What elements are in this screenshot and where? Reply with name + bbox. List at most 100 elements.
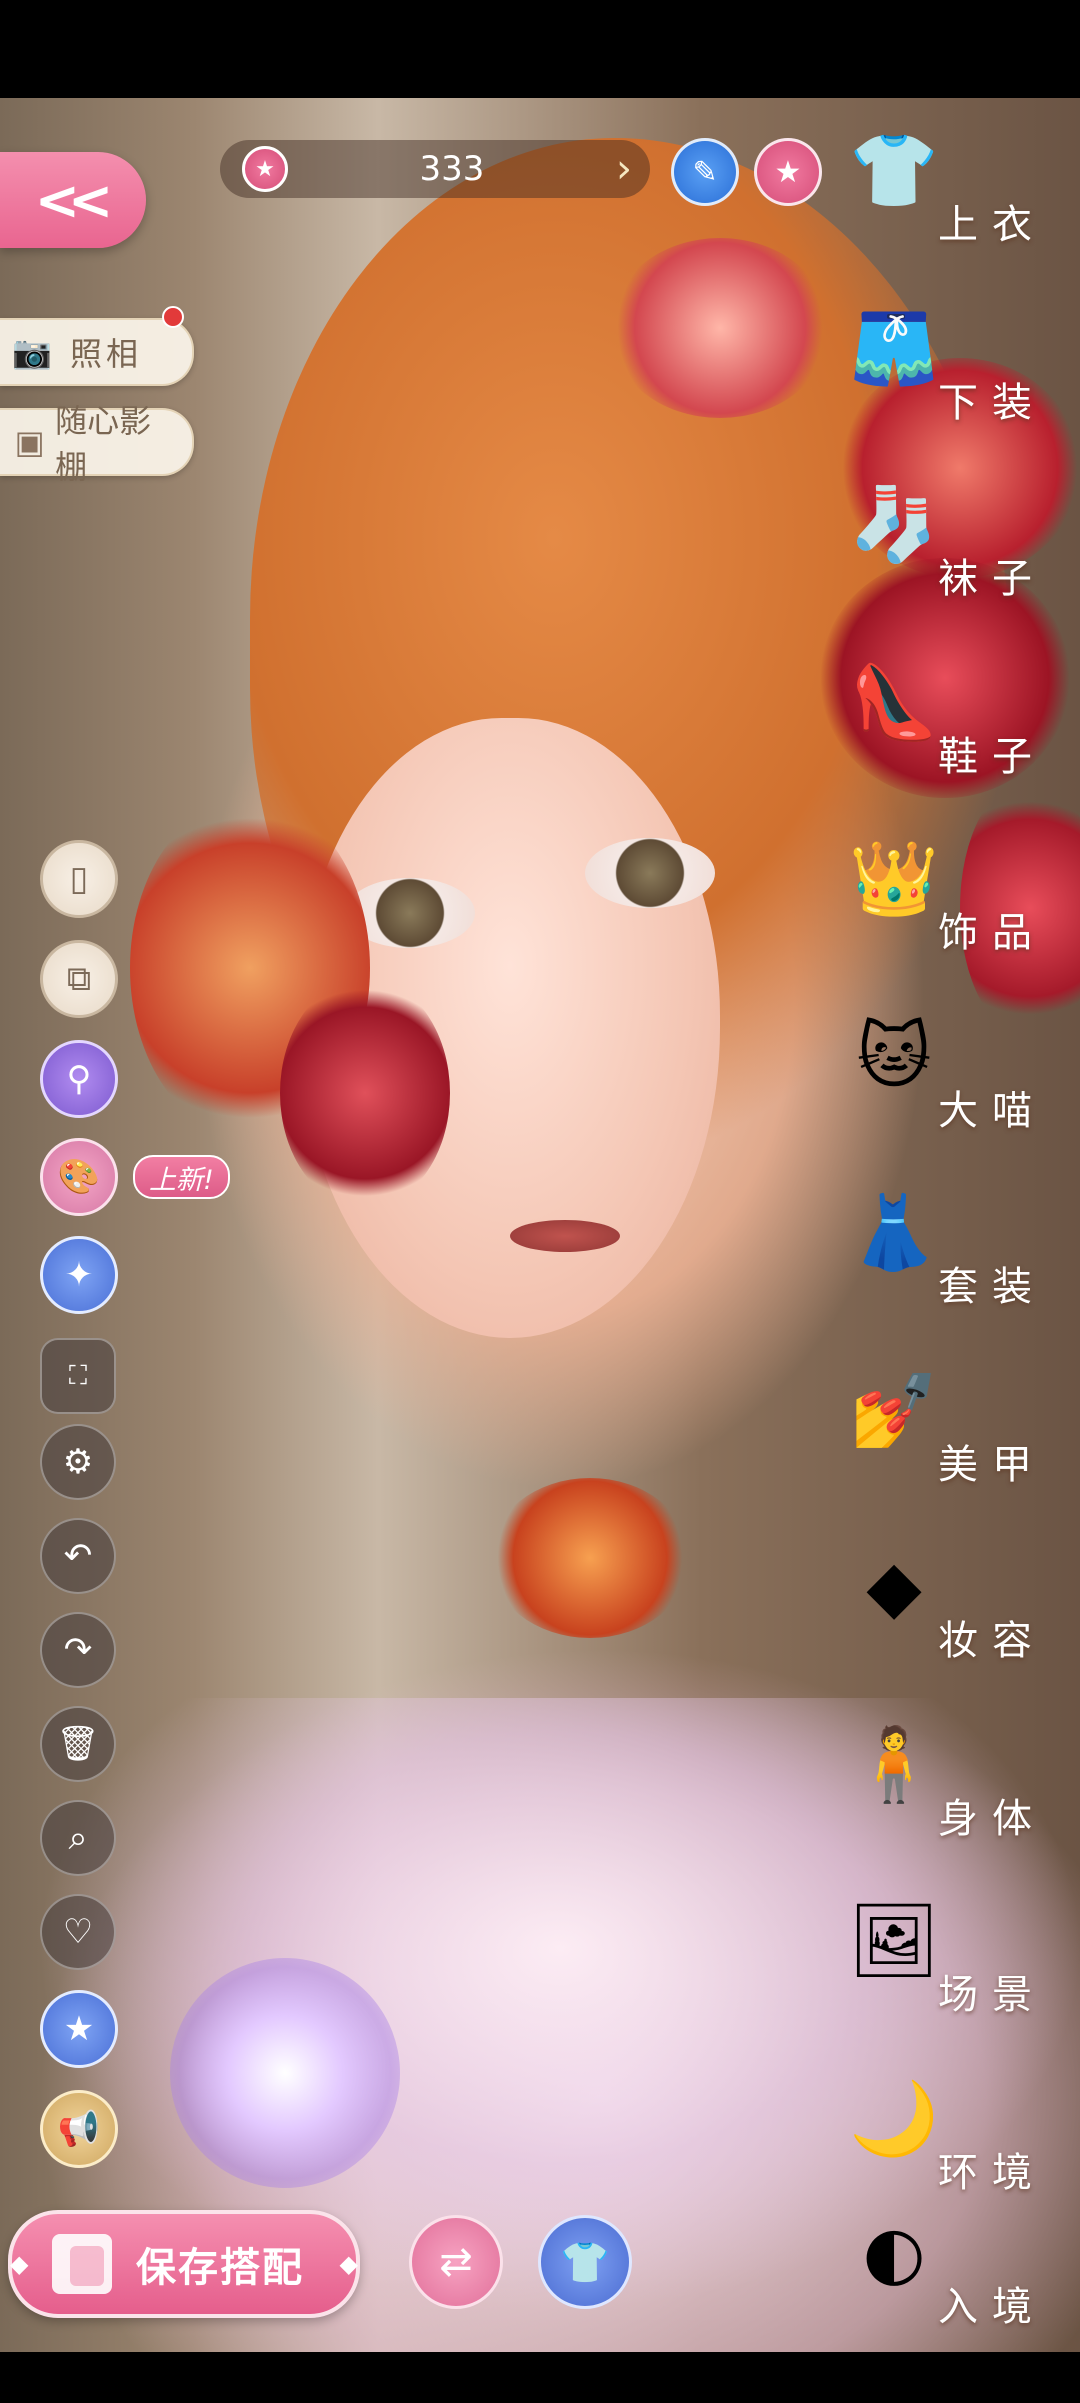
shoe-icon: 👠: [849, 659, 939, 744]
palette-button[interactable]: 🎨: [40, 1138, 118, 1216]
undo-button[interactable]: ↶: [40, 1518, 116, 1594]
save-cards-icon: [52, 2234, 112, 2294]
category-scene[interactable]: 🖼 场景: [846, 1888, 1046, 2028]
category-outfits[interactable]: 👗 套装: [846, 1180, 1046, 1320]
star-badge-button[interactable]: ★: [40, 1990, 118, 2068]
category-label: 场景: [938, 1972, 1046, 2018]
tiara-icon: 👑: [849, 835, 939, 920]
category-label: 美甲: [938, 1442, 1046, 1488]
phone-tool-button[interactable]: ▯: [40, 840, 118, 918]
settings-button[interactable]: ⚙: [40, 1424, 116, 1500]
shorts-icon: 🩳: [849, 305, 939, 390]
undo-icon: ↶: [63, 1536, 93, 1576]
search-button[interactable]: ⌕: [40, 1800, 116, 1876]
studio-label: 随心影棚: [55, 402, 152, 486]
double-chevron-left-icon: <<: [34, 168, 113, 232]
trash-icon: 🗑: [56, 1724, 100, 1764]
new-badge: 上新!: [133, 1155, 230, 1199]
camera-icon: 📷: [12, 333, 52, 371]
category-shoes[interactable]: 👠 鞋子: [846, 650, 1046, 790]
swap-icon: ⇄: [439, 2239, 473, 2285]
category-label: 身体: [938, 1796, 1046, 1842]
back-button[interactable]: <<: [0, 152, 146, 248]
sparkle-star-button[interactable]: ✦: [40, 1236, 118, 1314]
category-label: 大喵: [938, 1088, 1046, 1134]
cat-icon: 🐱: [856, 1014, 932, 1098]
category-label: 妆容: [938, 1618, 1046, 1664]
nail-polish-icon: 💅: [849, 1367, 939, 1452]
currency-display[interactable]: ★ 333 ›: [220, 140, 650, 198]
box-icon: ▣: [14, 423, 45, 461]
enter-scene-icon: ◐: [862, 2210, 926, 2294]
category-accessories[interactable]: 👑 饰品: [846, 826, 1046, 966]
navigation-bar: [0, 2352, 1080, 2403]
heart-icon: ♡: [62, 1912, 94, 1952]
announce-button[interactable]: 📢: [40, 2090, 118, 2168]
redo-icon: ↷: [63, 1630, 93, 1670]
fullscreen-button[interactable]: ⛶: [40, 1338, 116, 1414]
socks-icon: 🧦: [849, 481, 939, 566]
edit-button[interactable]: ✎: [671, 138, 739, 206]
category-label: 下装: [938, 380, 1046, 426]
gear-icon: ⚙: [62, 1442, 94, 1482]
outfit-focus-button[interactable]: 👕: [538, 2215, 632, 2309]
save-outfit-label: 保存搭配: [136, 2245, 304, 2291]
body-icon: 🧍: [849, 1721, 939, 1806]
character-lips: [510, 1220, 620, 1252]
palette-icon: 🎨: [57, 1157, 101, 1197]
search-icon: ⌕: [68, 1818, 88, 1858]
scene-frame-icon: 🖼: [848, 1897, 940, 1982]
category-label: 上衣: [938, 202, 1046, 248]
megaphone-icon: 📢: [57, 2109, 101, 2149]
currency-amount: 333: [419, 149, 485, 189]
category-tops[interactable]: 👕 上衣: [846, 118, 1046, 258]
category-cat[interactable]: 🐱 大喵: [846, 1004, 1046, 1144]
save-outfit-button[interactable]: ◆ 保存搭配 ◆: [8, 2210, 360, 2318]
star-icon: ★: [774, 154, 802, 190]
shirt-icon: 👕: [849, 127, 939, 212]
category-makeup[interactable]: ◆ 妆容: [846, 1534, 1046, 1674]
favorite-button[interactable]: ★: [754, 138, 822, 206]
fullscreen-icon: ⛶: [68, 1360, 88, 1391]
category-body[interactable]: 🧍 身体: [846, 1712, 1046, 1852]
dress-crystal: [170, 1958, 400, 2188]
category-nails[interactable]: 💅 美甲: [846, 1358, 1046, 1498]
magnifier-filter-icon: ⚲: [66, 1059, 92, 1099]
delete-button[interactable]: 🗑: [40, 1706, 116, 1782]
phone-icon: ▯: [69, 859, 89, 899]
pencil-icon: ✎: [692, 154, 718, 190]
category-label: 袜子: [938, 556, 1046, 602]
category-environment[interactable]: 🌙 环境: [846, 2066, 1046, 2206]
category-label: 饰品: [938, 910, 1046, 956]
diamond-deco-icon: ◆: [10, 2250, 29, 2278]
swap-button[interactable]: ⇄: [409, 2215, 503, 2309]
category-label: 鞋子: [938, 734, 1046, 780]
photo-label: 照相: [70, 335, 143, 373]
star-coin-icon: ★: [242, 146, 288, 192]
category-socks[interactable]: 🧦 袜子: [846, 472, 1046, 612]
category-label: 套装: [938, 1264, 1046, 1310]
chevron-right-icon: ›: [616, 146, 632, 192]
redo-button[interactable]: ↷: [40, 1612, 116, 1688]
outfit-icon: 👗: [849, 1189, 939, 1274]
studio-button[interactable]: ▣ 随心影棚: [0, 402, 194, 486]
hair-flower: [610, 238, 830, 418]
environment-icon: 🌙: [849, 2075, 939, 2160]
photo-button[interactable]: 📷 照相: [0, 318, 194, 386]
status-bar: [0, 0, 1080, 98]
category-label: 环境: [938, 2150, 1046, 2196]
layer-add-button[interactable]: ⧉: [40, 940, 118, 1018]
shirt-focus-icon: 👕: [560, 2239, 610, 2286]
makeup-icon: ◆: [866, 1544, 922, 1628]
character-right-eye: [585, 838, 715, 908]
layer-add-icon: ⧉: [66, 959, 92, 999]
like-button[interactable]: ♡: [40, 1894, 116, 1970]
necklace-flower: [490, 1478, 690, 1638]
hair-flower: [280, 978, 450, 1208]
category-enter-scene[interactable]: ◐ 入境: [846, 2200, 1046, 2340]
notification-dot: [162, 306, 184, 328]
category-label: 入境: [938, 2284, 1046, 2330]
search-filter-button[interactable]: ⚲: [40, 1040, 118, 1118]
sparkle-star-icon: ✦: [64, 1255, 94, 1295]
category-bottoms[interactable]: 🩳 下装: [846, 296, 1046, 436]
